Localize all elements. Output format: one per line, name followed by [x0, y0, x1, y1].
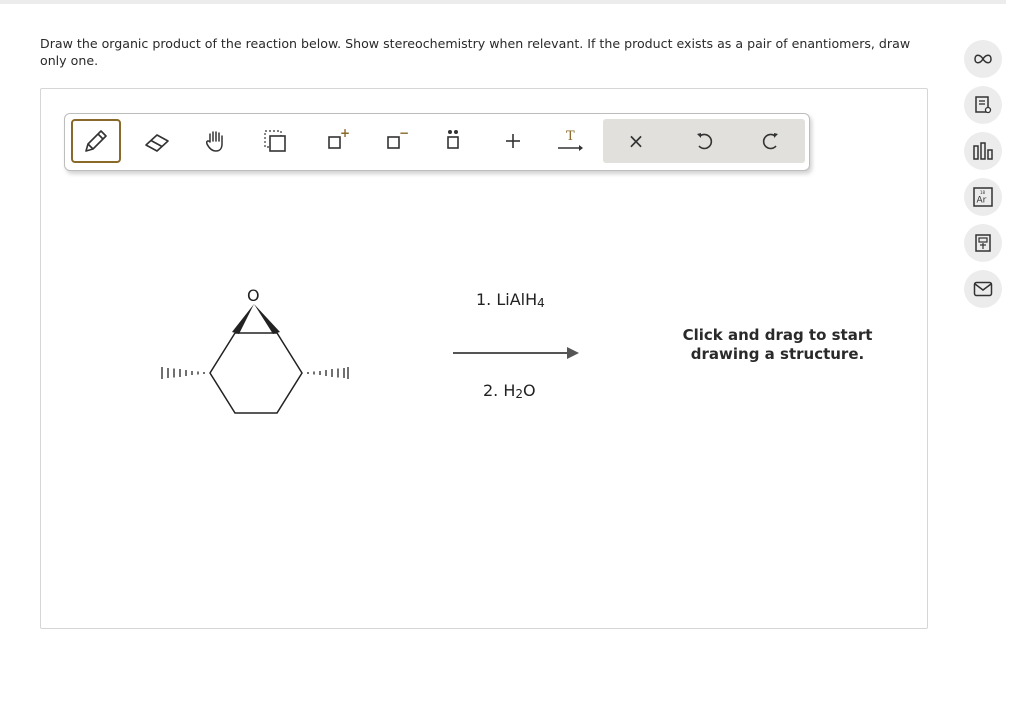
text-arrow-icon: T	[558, 129, 583, 151]
svg-text:Ar: Ar	[977, 196, 987, 206]
negative-charge-icon: −	[387, 126, 409, 149]
negative-charge-button[interactable]: −	[370, 119, 420, 163]
periodic-element-icon: 18 Ar	[973, 187, 993, 207]
lone-pair-button[interactable]	[428, 119, 478, 163]
calculator-button[interactable]	[964, 224, 1002, 262]
eraser-tool-button[interactable]	[132, 119, 182, 163]
canvas-hint: Click and drag to start drawing a struct…	[682, 326, 873, 363]
reagent-step-1: 1. LiAlH4	[476, 290, 545, 310]
hand-icon	[206, 131, 223, 152]
svg-text:−: −	[399, 126, 409, 140]
undo-icon	[697, 133, 713, 150]
undo-button[interactable]	[679, 119, 729, 163]
notes-button[interactable]	[964, 86, 1002, 124]
epoxide-oxygen-label: O	[247, 286, 260, 305]
svg-text:+: +	[340, 126, 350, 140]
plus-tool-button[interactable]	[488, 119, 538, 163]
question-prompt: Draw the organic product of the reaction…	[40, 36, 911, 68]
clear-button[interactable]: ×	[611, 119, 661, 163]
top-divider	[0, 0, 1006, 4]
reagent-step-2: 2. H2O	[483, 381, 536, 401]
positive-charge-icon: +	[328, 126, 350, 149]
plus-icon	[506, 134, 520, 148]
drawing-toolbar: + − T ×	[64, 113, 810, 171]
eraser-icon	[145, 134, 169, 152]
pencil-icon	[85, 130, 107, 152]
lasso-select-button[interactable]	[251, 119, 301, 163]
positive-charge-button[interactable]: +	[311, 119, 361, 163]
periodic-chart-icon	[973, 142, 993, 160]
mail-icon	[973, 281, 993, 297]
infinity-button[interactable]	[964, 40, 1002, 78]
mail-button[interactable]	[964, 270, 1002, 308]
calculator-icon	[975, 234, 991, 252]
close-icon: ×	[627, 129, 645, 153]
redo-button[interactable]	[746, 119, 796, 163]
svg-text:18: 18	[980, 190, 986, 195]
hand-tool-button[interactable]	[191, 119, 241, 163]
pencil-tool-button[interactable]	[71, 119, 121, 163]
redo-icon	[762, 133, 778, 150]
infinity-icon	[974, 54, 992, 64]
text-arrow-button[interactable]: T	[546, 119, 596, 163]
periodic-table-button[interactable]: 18 Ar	[964, 178, 1002, 216]
lasso-select-icon	[264, 130, 286, 152]
lone-pair-icon	[447, 130, 459, 149]
chart-button[interactable]	[964, 132, 1002, 170]
svg-text:T: T	[566, 129, 575, 144]
notes-icon	[975, 96, 992, 114]
